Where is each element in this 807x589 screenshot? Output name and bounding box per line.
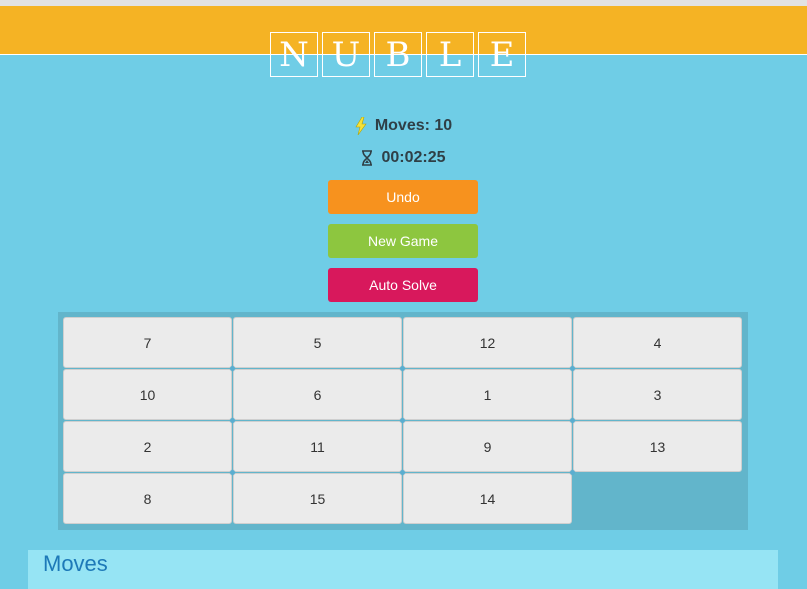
tile-junction-dot: [230, 366, 235, 371]
logo-letter: U: [322, 32, 370, 77]
undo-button[interactable]: Undo: [328, 180, 478, 214]
tile-junction-dot: [400, 418, 405, 423]
tile-junction-dot: [230, 418, 235, 423]
new-game-button[interactable]: New Game: [328, 224, 478, 258]
logo-letter: N: [270, 32, 318, 77]
logo-letter: B: [374, 32, 422, 77]
timer: 00:02:25: [0, 149, 807, 167]
moves-count-label: Moves: 10: [374, 117, 453, 134]
puzzle-tile[interactable]: 2: [63, 421, 232, 472]
moves-panel: Moves: [28, 550, 778, 589]
puzzle-tile[interactable]: 1: [403, 369, 572, 420]
tile-junction-dot: [400, 470, 405, 475]
tile-junction-dot: [570, 418, 575, 423]
puzzle-tile[interactable]: 5: [233, 317, 402, 368]
puzzle-tile[interactable]: 9: [403, 421, 572, 472]
logo-letter: E: [478, 32, 526, 77]
puzzle-tile[interactable]: 3: [573, 369, 742, 420]
tile-junction-dot: [400, 366, 405, 371]
elapsed-time: 00:02:25: [381, 149, 446, 166]
puzzle-tile[interactable]: 4: [573, 317, 742, 368]
puzzle-tile[interactable]: 10: [63, 369, 232, 420]
auto-solve-button[interactable]: Auto Solve: [328, 268, 478, 302]
puzzle-tile[interactable]: 13: [573, 421, 742, 472]
puzzle-tile[interactable]: 14: [403, 473, 572, 524]
puzzle-tile[interactable]: 11: [233, 421, 402, 472]
puzzle-board: 7 5 12 4 10 6 1 3 2 11 9 13 8 15 14: [58, 312, 748, 530]
logo-letter: L: [426, 32, 474, 77]
moves-counter: Moves: 10: [0, 117, 807, 135]
tile-junction-dot: [570, 366, 575, 371]
puzzle-tile[interactable]: 8: [63, 473, 232, 524]
tile-junction-dot: [230, 470, 235, 475]
game-logo: N U B L E: [270, 32, 526, 77]
tile-junction-dot: [570, 470, 575, 475]
hourglass-icon: [361, 150, 373, 166]
puzzle-tile[interactable]: 12: [403, 317, 572, 368]
puzzle-tile[interactable]: 7: [63, 317, 232, 368]
puzzle-tile[interactable]: 15: [233, 473, 402, 524]
lightning-icon: [355, 117, 367, 135]
moves-panel-title: Moves: [43, 551, 108, 576]
puzzle-tile[interactable]: 6: [233, 369, 402, 420]
